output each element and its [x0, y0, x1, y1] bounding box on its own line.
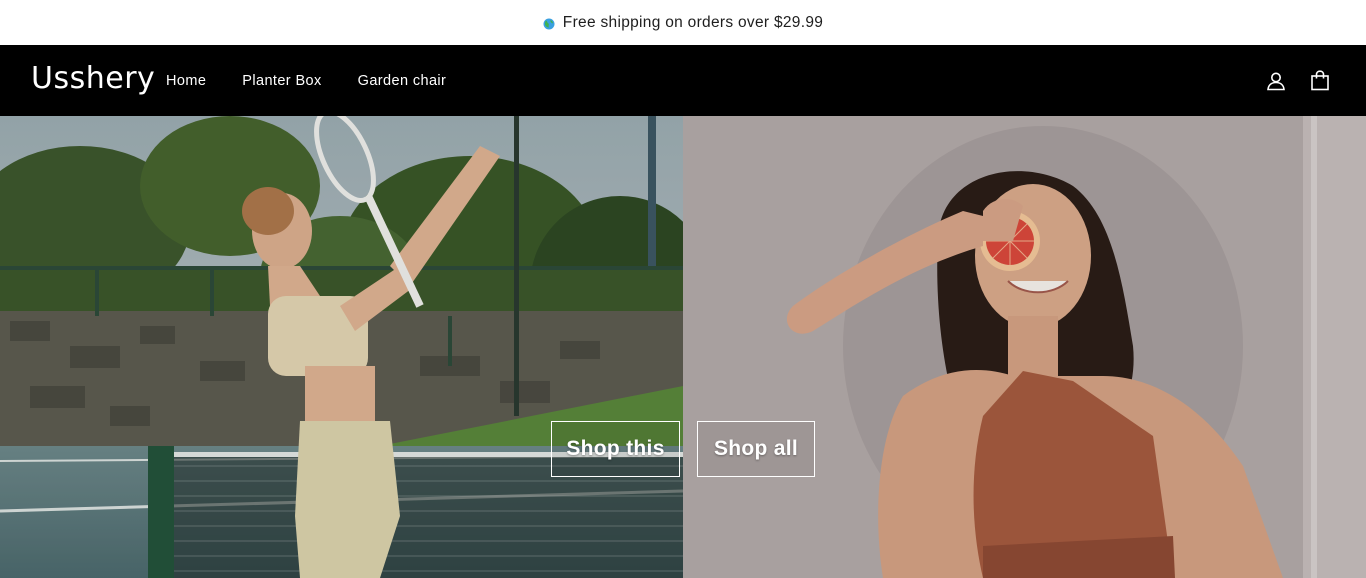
shop-all-button[interactable]: Shop all	[697, 421, 815, 477]
header-icons	[1244, 45, 1332, 116]
site-header: Usshery Home Planter Box Garden chair	[0, 45, 1366, 116]
announcement-bar: Free shipping on orders over $29.99	[0, 0, 1366, 45]
hero-cta-group: Shop this Shop all	[551, 421, 815, 477]
main-nav: Home Planter Box Garden chair	[166, 45, 482, 116]
hero-image-tennis[interactable]	[0, 116, 683, 578]
account-icon[interactable]	[1264, 69, 1288, 93]
globe-icon	[543, 17, 555, 29]
nav-item-home[interactable]: Home	[166, 73, 206, 89]
shop-this-button[interactable]: Shop this	[551, 421, 680, 477]
hero-image-grapefruit[interactable]	[683, 116, 1366, 578]
announcement-text: Free shipping on orders over $29.99	[562, 13, 824, 31]
hero-banner: Shop this Shop all	[0, 116, 1366, 578]
nav-item-planter-box[interactable]: Planter Box	[242, 73, 321, 89]
site-logo[interactable]: Usshery	[31, 61, 155, 96]
nav-item-garden-chair[interactable]: Garden chair	[358, 73, 447, 89]
cart-icon[interactable]	[1308, 69, 1332, 93]
